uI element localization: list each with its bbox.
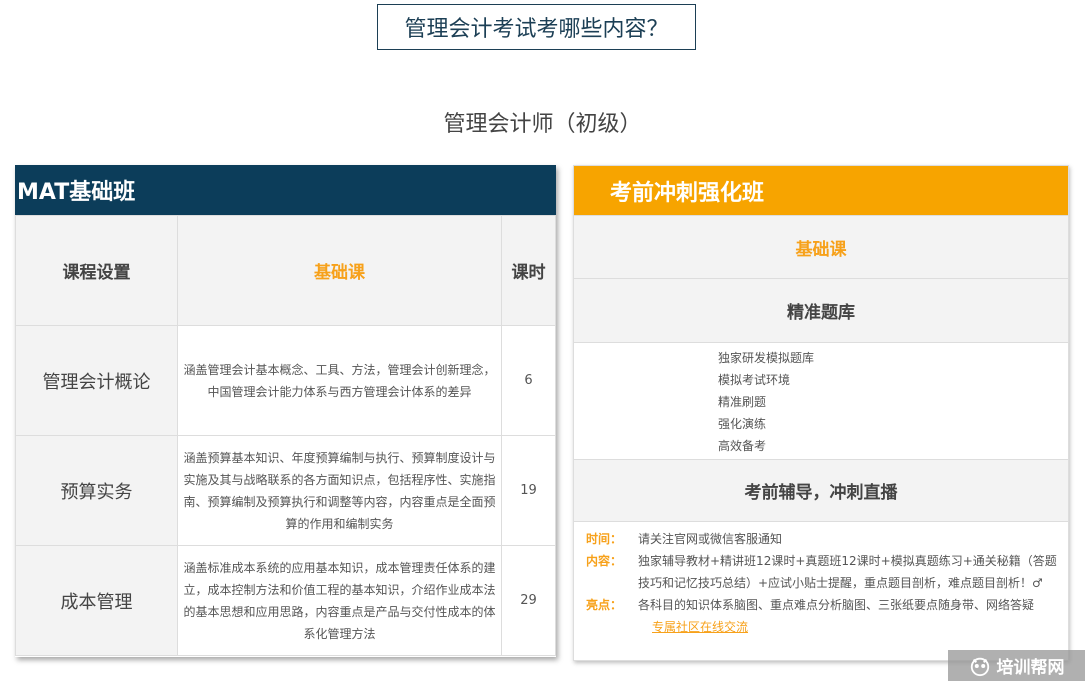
live-coaching-row: 考前辅导，冲刺直播	[574, 460, 1068, 522]
site-watermark: 培训帮网	[948, 650, 1085, 681]
course-hours: 6	[501, 325, 556, 436]
list-item: 高效备考	[718, 439, 767, 453]
list-item: 精准刷题	[718, 395, 767, 409]
course-desc: 涵盖管理会计基本概念、工具、方法，管理会计创新理念，中国管理会计能力体系与西方管…	[177, 325, 502, 436]
highlight-row: 亮点： 各科目的知识体系脑图、重点难点分析脑图、三张纸要点随身带、网络答疑专属社…	[586, 594, 1058, 638]
content-row: 内容： 独家辅导教材+精讲班12课时+真题班12课时+模拟真题练习+通关秘籍（答…	[586, 550, 1058, 594]
community-link[interactable]: 专属社区在线交流	[652, 620, 748, 634]
course-hours: 29	[501, 545, 556, 656]
watermark-text: 培训帮网	[996, 658, 1065, 678]
page-subtitle: 管理会计师（初级）	[443, 112, 642, 137]
sprint-class-header: 考前冲刺强化班	[574, 166, 1068, 215]
col-header-course: 课程设置	[15, 215, 178, 326]
table-row: 预算实务 涵盖预算基本知识、年度预算编制与执行、预算制度设计与实施及其与战略联系…	[15, 435, 556, 546]
page-title: 管理会计考试考哪些内容？	[377, 4, 696, 50]
course-table: 课程设置 基础课 课时 管理会计概论 涵盖管理会计基本概念、工具、方法，管理会计…	[15, 215, 556, 656]
list-item: 模拟考试环境	[718, 373, 791, 387]
time-text: 请关注官网或微信客服通知	[638, 532, 783, 546]
highlight-label: 亮点：	[586, 598, 623, 612]
course-desc: 涵盖标准成本系统的应用基本知识，成本管理责任体系的建立，成本控制方法和价值工程的…	[177, 545, 502, 656]
col-header-basic: 基础课	[177, 215, 502, 326]
course-name: 管理会计概论	[15, 325, 178, 436]
highlight-text: 各科目的知识体系脑图、重点难点分析脑图、三张纸要点随身带、网络答疑	[638, 598, 1035, 612]
highlight-text-wrap: 各科目的知识体系脑图、重点难点分析脑图、三张纸要点随身带、网络答疑专属社区在线交…	[638, 594, 1058, 638]
col-header-hours: 课时	[501, 215, 556, 326]
sprint-class-card: 考前冲刺强化班 基础课 精准题库 独家研发模拟题库 模拟考试环境 精准刷题 强化…	[573, 165, 1069, 661]
content-label: 内容：	[586, 554, 623, 568]
details-section: 时间： 请关注官网或微信客服通知 内容： 独家辅导教材+精讲班12课时+真题班1…	[574, 522, 1068, 638]
time-label: 时间：	[586, 532, 623, 546]
basic-class-card: MAT基础班 课程设置 基础课 课时 管理会计概论 涵盖管理会计基本概念、工具、…	[15, 165, 556, 657]
course-name: 成本管理	[15, 545, 178, 656]
course-name: 预算实务	[15, 435, 178, 546]
course-desc: 涵盖预算基本知识、年度预算编制与执行、预算制度设计与实施及其与战略联系的各方面知…	[177, 435, 502, 546]
list-item: 独家研发模拟题库	[718, 351, 815, 365]
owl-logo-icon	[970, 657, 989, 676]
table-row: 管理会计概论 涵盖管理会计基本概念、工具、方法，管理会计创新理念，中国管理会计能…	[15, 325, 556, 436]
course-hours: 19	[501, 435, 556, 546]
basic-class-header: MAT基础班	[15, 165, 556, 215]
course-table-header: 课程设置 基础课 课时	[15, 215, 556, 326]
table-row: 成本管理 涵盖标准成本系统的应用基本知识，成本管理责任体系的建立，成本控制方法和…	[15, 545, 556, 656]
content-text: 独家辅导教材+精讲班12课时+真题班12课时+模拟真题练习+通关秘籍（答题技巧和…	[638, 554, 1057, 590]
basic-course-row: 基础课	[574, 215, 1068, 279]
question-bank-row: 精准题库	[574, 279, 1068, 343]
feature-list: 独家研发模拟题库 模拟考试环境 精准刷题 强化演练 高效备考	[574, 343, 1068, 460]
time-row: 时间： 请关注官网或微信客服通知	[586, 528, 1058, 550]
list-item: 强化演练	[718, 417, 767, 431]
